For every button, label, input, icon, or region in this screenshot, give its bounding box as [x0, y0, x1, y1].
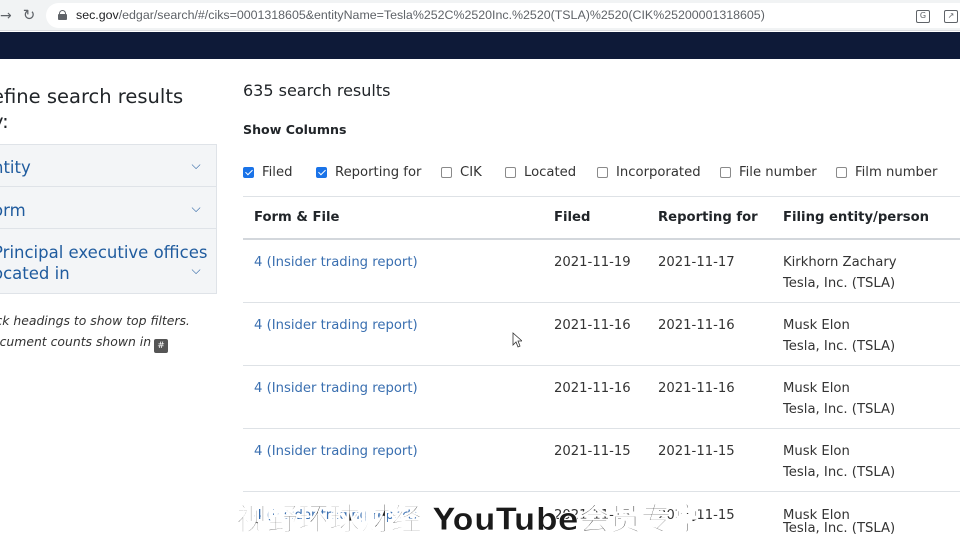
form-link[interactable]: 4 (Insider trading report) — [254, 252, 418, 273]
count-badge: # — [154, 339, 169, 353]
checkbox[interactable] — [597, 166, 608, 178]
table-top-border — [243, 196, 960, 197]
filed-date: 2021-11-16 — [554, 318, 631, 333]
results-count: 635 search results — [243, 81, 391, 100]
form-link[interactable]: 4 (Insider trading report) — [254, 315, 418, 336]
filter-panel: ntity ⌵ orm ⌵ Principal executive office… — [0, 144, 217, 294]
share-icon[interactable]: ↗ — [944, 10, 958, 23]
url-path: /edgar/search/#/ciks=0001318605&entityNa… — [118, 8, 765, 22]
back-arrow-icon[interactable]: → — [0, 6, 12, 26]
filter-form-label: orm — [0, 201, 26, 220]
refine-title-line1: efine search results — [0, 85, 184, 108]
column-option-label: Reporting for — [335, 164, 422, 180]
show-columns-heading: Show Columns — [243, 122, 347, 137]
filer-person: Musk Elon — [783, 381, 850, 396]
hint-line1: ick headings to show top filters. — [0, 313, 190, 328]
refine-search-title: efine search results y: — [0, 84, 207, 134]
checkbox[interactable] — [316, 166, 327, 178]
checkbox[interactable] — [441, 166, 452, 178]
hint-line2: ocument counts shown in # — [0, 331, 207, 353]
filter-offices-label-line2: ocated in — [0, 264, 70, 283]
filer-company: Tesla, Inc. (TSLA) — [783, 465, 896, 480]
reporting-for-date: 2021-11-17 — [658, 255, 735, 270]
checkbox[interactable] — [720, 166, 731, 178]
url-host: sec.gov — [76, 8, 119, 22]
chevron-down-icon[interactable]: ⌵ — [189, 158, 203, 172]
form-link[interactable]: 4 (Insider trading report) — [254, 441, 418, 462]
column-option-label: Filed — [262, 164, 293, 180]
filer-company: Tesla, Inc. (TSLA) — [783, 402, 896, 417]
filter-principal-offices[interactable]: Principal executive offices ocated in ⌵ — [0, 229, 217, 294]
column-option-label: Film number — [855, 164, 938, 180]
checkbox[interactable] — [505, 166, 516, 178]
column-option-label: CIK — [460, 164, 482, 180]
column-header-reporting-for[interactable]: Reporting for — [658, 209, 758, 227]
filter-form[interactable]: orm ⌵ — [0, 187, 217, 229]
lock-icon[interactable] — [58, 10, 67, 20]
row-divider — [243, 302, 960, 303]
site-header-bar — [0, 32, 960, 59]
column-option-label: Incorporated — [616, 164, 701, 180]
hint-line2-text: ocument counts shown in — [0, 334, 152, 349]
filer-person: Kirkhorn Zachary — [783, 255, 897, 270]
browser-toolbar: → ↻ sec.gov/edgar/search/#/ciks=00013186… — [0, 0, 960, 31]
filter-offices-label-line1: Principal executive offices — [0, 243, 208, 262]
reporting-for-date: 2021-11-16 — [658, 381, 735, 396]
mouse-cursor-icon — [512, 332, 522, 348]
row-divider — [243, 428, 960, 429]
column-option-label: Located — [524, 164, 577, 180]
row-divider — [243, 491, 960, 492]
column-header-filing-entity[interactable]: Filing entity/person — [783, 209, 929, 227]
reporting-for-date: 2021-11-16 — [658, 318, 735, 333]
chevron-down-icon[interactable]: ⌵ — [189, 263, 203, 277]
filed-date: 2021-11-19 — [554, 255, 631, 270]
column-option-incorporated[interactable]: Incorporated — [597, 163, 701, 181]
table-header-border — [243, 238, 960, 240]
url-text[interactable]: sec.gov/edgar/search/#/ciks=0001318605&e… — [76, 3, 765, 28]
column-option-label: File number — [739, 164, 817, 180]
filter-hint: ick headings to show top filters. ocumen… — [0, 310, 207, 353]
column-option-film-number[interactable]: Film number — [836, 163, 937, 181]
column-option-reporting-for[interactable]: Reporting for — [316, 163, 421, 181]
column-option-located[interactable]: Located — [505, 163, 576, 181]
refine-title-line2: y: — [0, 110, 9, 133]
checkbox[interactable] — [243, 166, 254, 178]
address-bar[interactable]: sec.gov/edgar/search/#/ciks=0001318605&e… — [46, 3, 960, 28]
column-header-form-file[interactable]: Form & File — [254, 209, 339, 227]
column-header-filed[interactable]: Filed — [554, 209, 590, 227]
filer-company: Tesla, Inc. (TSLA) — [783, 276, 896, 291]
reporting-for-date: 2021-11-15 — [658, 444, 735, 459]
row-divider — [243, 365, 960, 366]
filter-entity-label: ntity — [0, 158, 31, 177]
chevron-down-icon[interactable]: ⌵ — [189, 201, 203, 215]
translate-icon[interactable]: G — [916, 10, 930, 23]
filer-person: Musk Elon — [783, 444, 850, 459]
checkbox[interactable] — [836, 166, 847, 178]
form-link[interactable]: 4 (Insider trading report) — [254, 378, 418, 399]
filter-entity[interactable]: ntity ⌵ — [0, 145, 217, 187]
reload-icon[interactable]: ↻ — [20, 5, 38, 25]
filed-date: 2021-11-15 — [554, 444, 631, 459]
column-option-cik[interactable]: CIK — [441, 163, 482, 181]
column-option-file-number[interactable]: File number — [720, 163, 817, 181]
filed-date: 2021-11-16 — [554, 381, 631, 396]
filer-person: Musk Elon — [783, 318, 850, 333]
filer-company: Tesla, Inc. (TSLA) — [783, 521, 896, 536]
video-caption-overlay: 视野环球财经 YouTube会员专享 — [236, 502, 704, 539]
column-option-filed[interactable]: Filed — [243, 163, 292, 181]
filer-company: Tesla, Inc. (TSLA) — [783, 339, 896, 354]
